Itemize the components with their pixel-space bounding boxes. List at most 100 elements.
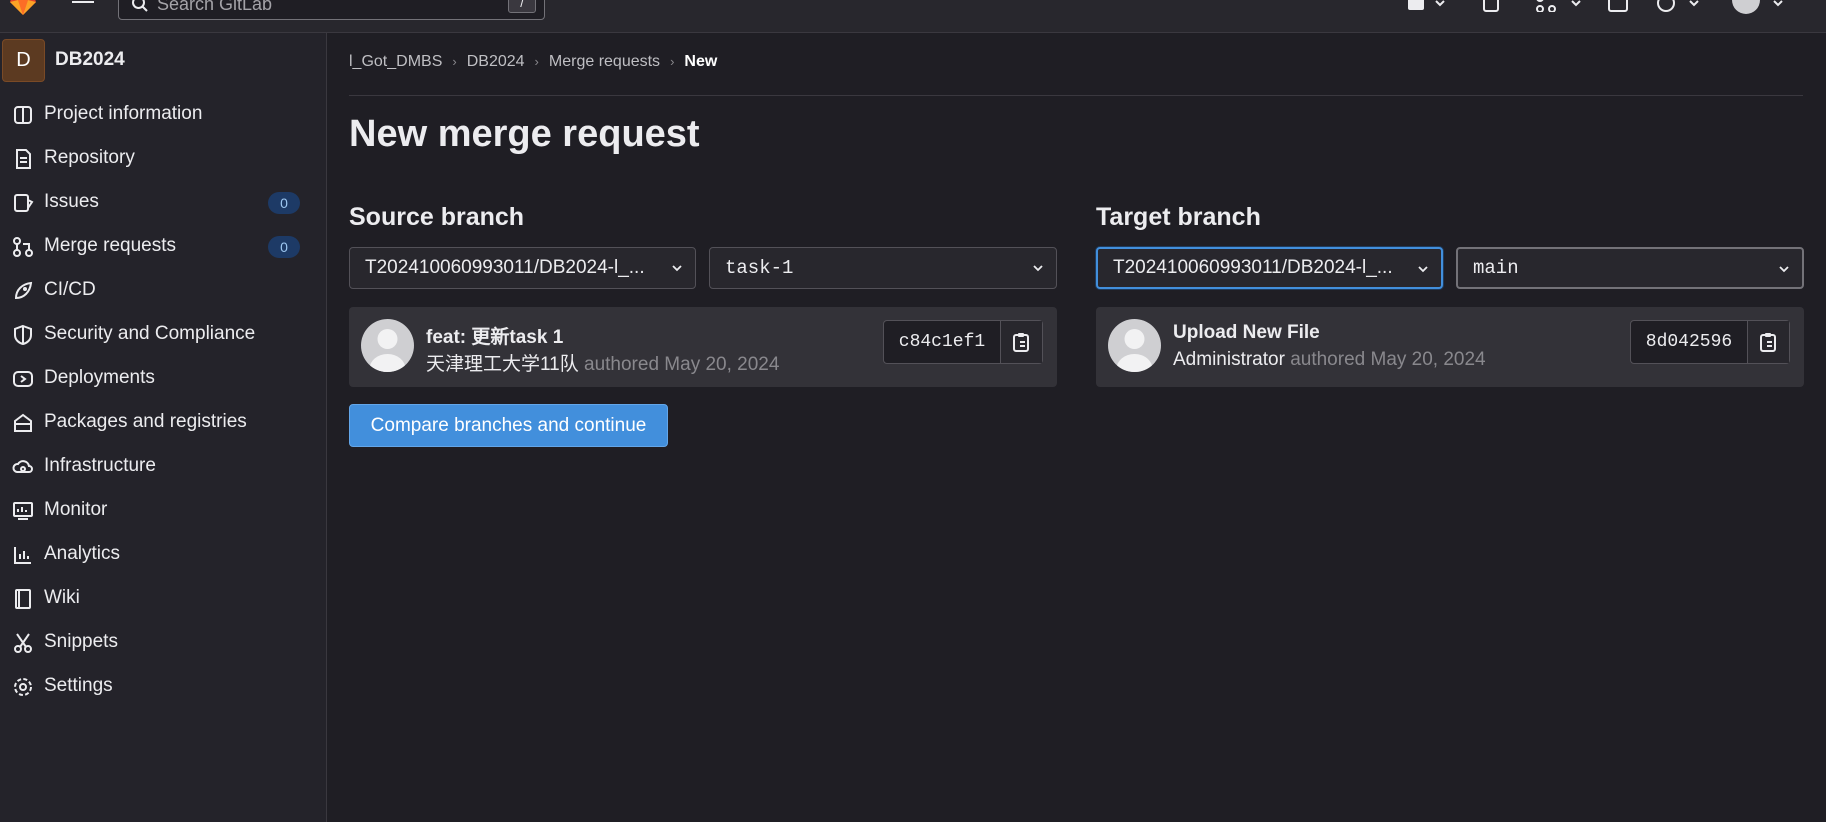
target-sha-group: 8d042596 (1630, 320, 1790, 364)
todo-dropdown-icon[interactable] (1408, 0, 1448, 12)
sidebar-item-project-information[interactable]: Project information (0, 94, 320, 134)
page-title: New merge request (349, 113, 700, 155)
search-placeholder: Search GitLab (157, 0, 273, 14)
target-branch-section: Target branch T202410060993011/DB2024-l_… (1096, 203, 1804, 387)
chevron-down-icon (1418, 266, 1428, 273)
source-branch-value: task-1 (725, 257, 794, 279)
merge-requests-count-badge: 0 (268, 236, 300, 258)
sidebar-item-security[interactable]: Security and Compliance (0, 314, 320, 354)
chart-icon (14, 547, 31, 564)
target-commit-sha[interactable]: 8d042596 (1631, 321, 1748, 363)
target-commit-title[interactable]: Upload New File (1173, 322, 1320, 344)
project-icon (14, 106, 32, 124)
window-edge (1826, 0, 1840, 822)
sidebar-item-label: Deployments (44, 367, 155, 388)
target-branch-value: main (1473, 257, 1519, 279)
source-commit-date: authored May 20, 2024 (578, 354, 780, 375)
project-name[interactable]: DB2024 (55, 49, 125, 71)
search-icon (132, 0, 148, 12)
breadcrumb: l_Got_DMBS › DB2024 › Merge requests › New (349, 53, 1803, 77)
menu-icon[interactable] (72, 0, 94, 10)
gitlab-logo-icon[interactable] (6, 0, 40, 16)
sidebar-item-label: Packages and registries (44, 411, 247, 432)
sidebar-item-deployments[interactable]: Deployments (0, 358, 320, 398)
copy-icon (1760, 333, 1776, 352)
source-commit-sha[interactable]: c84c1ef1 (884, 321, 1001, 363)
chevron-down-icon (672, 265, 682, 272)
search-shortcut-key: / (508, 0, 536, 13)
chevron-down-icon (1033, 265, 1043, 272)
target-commit-box: Upload New File Administrator authored M… (1096, 307, 1804, 387)
target-branch-title: Target branch (1096, 203, 1261, 231)
package-icon (14, 413, 32, 432)
source-branch-title: Source branch (349, 203, 525, 231)
target-commit-date: authored May 20, 2024 (1284, 349, 1486, 370)
breadcrumb-current[interactable]: New (684, 53, 717, 70)
copy-sha-button[interactable] (1001, 321, 1042, 363)
sidebar-item-label: Settings (44, 675, 113, 696)
doc-icon (16, 149, 31, 169)
scissors-icon (14, 633, 32, 653)
cloud-gear-icon (12, 460, 33, 473)
search-input[interactable]: Search GitLab / (118, 0, 545, 20)
help-dropdown-icon[interactable] (1656, 0, 1702, 14)
copy-icon (1013, 333, 1029, 352)
target-branch-dropdown[interactable]: main (1456, 247, 1804, 289)
source-commit-box: feat: 更新task 1 天津理工大学11队 authored May 20… (349, 307, 1057, 387)
issues-count-badge: 0 (268, 192, 300, 214)
sidebar-item-ci-cd[interactable]: CI/CD (0, 270, 320, 310)
sidebar-item-label: Security and Compliance (44, 323, 256, 344)
rocket-icon (14, 281, 33, 300)
sidebar-item-packages[interactable]: Packages and registries (0, 402, 320, 442)
sidebar-item-label: CI/CD (44, 279, 96, 300)
source-branch-section: Source branch T202410060993011/DB2024-l_… (349, 203, 1057, 387)
issues-icon[interactable] (1482, 0, 1502, 12)
user-avatar-dropdown-icon[interactable] (1730, 0, 1786, 14)
target-commit-meta: Administrator authored May 20, 2024 (1173, 349, 1486, 371)
monitor-icon (13, 502, 33, 520)
sidebar-item-settings[interactable]: Settings (0, 666, 320, 706)
sidebar-item-infrastructure[interactable]: Infrastructure (0, 446, 320, 486)
avatar[interactable] (361, 319, 414, 372)
breadcrumb-separator-icon: › (670, 54, 675, 69)
sidebar-item-label: Infrastructure (44, 455, 156, 476)
top-header: Search GitLab / (0, 0, 1840, 33)
merge-request-dropdown-icon[interactable] (1536, 0, 1584, 12)
breadcrumb-merge-requests-link[interactable]: Merge requests (549, 53, 660, 70)
sidebar: D DB2024 Project information Repository … (0, 33, 327, 822)
sidebar-item-monitor[interactable]: Monitor (0, 490, 320, 530)
gear-icon (14, 678, 32, 696)
compare-branches-button[interactable]: Compare branches and continue (349, 404, 668, 447)
sidebar-item-repository[interactable]: Repository (0, 138, 320, 178)
source-project-dropdown[interactable]: T202410060993011/DB2024-l_... (349, 247, 696, 289)
sidebar-item-label: Monitor (44, 499, 108, 520)
sidebar-item-merge-requests[interactable]: Merge requests 0 (0, 226, 320, 266)
source-sha-group: c84c1ef1 (883, 320, 1043, 364)
divider (349, 95, 1803, 96)
book-icon (15, 589, 31, 609)
chevron-down-icon (1779, 266, 1789, 273)
source-commit-author[interactable]: 天津理工大学11队 (426, 354, 579, 375)
sidebar-item-label: Repository (44, 147, 135, 168)
sidebar-item-analytics[interactable]: Analytics (0, 534, 320, 574)
sidebar-item-label: Wiki (44, 587, 80, 608)
target-commit-author[interactable]: Administrator (1173, 349, 1285, 370)
sidebar-item-snippets[interactable]: Snippets (0, 622, 320, 662)
copy-sha-button[interactable] (1748, 321, 1789, 363)
source-commit-title[interactable]: feat: 更新task 1 (426, 322, 563, 349)
breadcrumb-group-link[interactable]: l_Got_DMBS (349, 53, 442, 70)
avatar[interactable] (1108, 319, 1161, 372)
target-project-dropdown[interactable]: T202410060993011/DB2024-l_... (1096, 247, 1443, 289)
deployments-icon (13, 371, 33, 387)
project-header[interactable]: D DB2024 (2, 39, 322, 83)
sidebar-item-label: Merge requests (44, 235, 177, 256)
issues-icon (14, 194, 34, 212)
project-avatar[interactable]: D (2, 39, 45, 82)
inbox-icon[interactable] (1608, 0, 1628, 12)
breadcrumb-separator-icon: › (452, 54, 457, 69)
sidebar-item-wiki[interactable]: Wiki (0, 578, 320, 618)
breadcrumb-project-link[interactable]: DB2024 (467, 53, 525, 70)
source-branch-dropdown[interactable]: task-1 (709, 247, 1057, 289)
sidebar-item-issues[interactable]: Issues 0 (0, 182, 320, 222)
sidebar-item-label: Snippets (44, 631, 118, 652)
